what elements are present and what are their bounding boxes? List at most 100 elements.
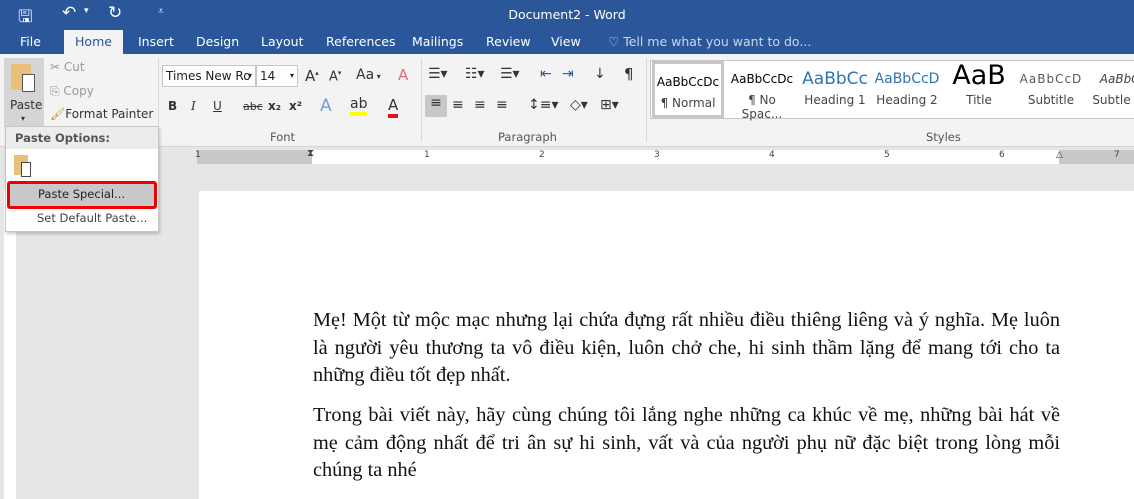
font-name-select[interactable]: Times New Ro ▾ [162, 65, 256, 87]
paste-button[interactable]: Paste ▾ [4, 58, 44, 128]
title-bar: 🖫 ↶ ▾ ↻ ⩡ Document2 - Word [0, 0, 1134, 30]
style-preview: AaBbCc [1099, 72, 1134, 86]
paragraph-group-label: Paragraph [498, 130, 557, 144]
text-effects-icon[interactable]: A [320, 96, 332, 116]
lightbulb-icon: ♡ [608, 34, 624, 49]
tab-view[interactable]: View [543, 30, 589, 54]
document-page[interactable]: Mẹ! Một từ mộc mạc nhưng lại chứa đựng r… [199, 191, 1134, 499]
align-right-icon[interactable]: ≡ [474, 97, 486, 113]
indent-marker-icon[interactable]: ⧗ [307, 148, 314, 159]
tab-mailings[interactable]: Mailings [404, 30, 471, 54]
clear-formatting-icon[interactable]: A [398, 66, 408, 84]
style-subtitle[interactable]: AaBbCcD Subtitle [1015, 61, 1087, 118]
tab-layout[interactable]: Layout [253, 30, 312, 54]
style-name: ¶ Normal [660, 96, 716, 110]
subscript-button[interactable]: x₂ [268, 99, 281, 113]
highlight-icon[interactable]: ab [350, 96, 368, 116]
set-default-paste-menu-item[interactable]: Set Default Paste... [37, 211, 147, 225]
chevron-down-icon: ▾ [21, 114, 26, 123]
line-spacing-icon[interactable]: ↕≡▾ [528, 97, 559, 113]
superscript-button[interactable]: x² [289, 99, 302, 113]
tell-me-text: Tell me what you want to do... [623, 34, 812, 49]
font-color-icon[interactable]: A [388, 96, 399, 118]
cut-label: Cut [63, 60, 85, 74]
align-left-icon[interactable]: ≡ [425, 95, 447, 117]
shading-icon[interactable]: ◇▾ [570, 97, 588, 113]
page-icon [22, 74, 35, 92]
style-name: ¶ No Spac... [741, 93, 783, 121]
tab-review[interactable]: Review [478, 30, 539, 54]
tab-file[interactable]: File [12, 30, 49, 54]
format-painter-button[interactable]: 🖌Format Painter [50, 107, 153, 121]
tab-insert[interactable]: Insert [130, 30, 182, 54]
ruler-label: 7 [1114, 150, 1120, 160]
ruler-label: 3 [654, 150, 660, 160]
ruler-label: 5 [884, 150, 890, 160]
style-subtle-emphasis[interactable]: AaBbCc Subtle Em [1087, 61, 1134, 118]
multilevel-list-icon[interactable]: ☰▾ [500, 66, 520, 82]
tab-references[interactable]: References [318, 30, 403, 54]
document-paragraph[interactable]: Trong bài viết này, hãy cùng chúng tôi l… [313, 402, 1060, 485]
ruler-label: 1 [195, 150, 201, 160]
ribbon-tabs: File Home Insert Design Layout Reference… [0, 30, 1134, 54]
decrease-indent-icon[interactable]: ⇤ [540, 66, 552, 82]
tab-design[interactable]: Design [188, 30, 247, 54]
style-heading-2[interactable]: AaBbCcD Heading 2 [871, 61, 943, 118]
style-title[interactable]: AaB Title [943, 61, 1015, 118]
brush-icon: 🖌 [50, 107, 66, 121]
paste-label: Paste [10, 98, 43, 112]
show-formatting-icon[interactable]: ¶ [624, 65, 634, 83]
style-preview: AaBbCcD [874, 71, 940, 87]
underline-button[interactable]: U [213, 99, 222, 113]
font-size-value: 14 [260, 69, 276, 83]
font-name-value: Times New Ro [166, 69, 251, 83]
copy-button[interactable]: ⎘ Copy [50, 84, 94, 99]
style-normal[interactable]: AaBbCcDc ¶ Normal [652, 61, 724, 118]
copy-icon: ⎘ [50, 84, 64, 98]
sort-icon[interactable]: ↓ [594, 66, 606, 82]
style-preview: AaBbCcDc [730, 72, 794, 86]
font-size-select[interactable]: 14 ▾ [256, 65, 298, 87]
align-center-icon[interactable]: ≡ [452, 97, 464, 113]
bold-button[interactable]: B [168, 99, 177, 113]
style-preview: AaBbCcDc [656, 75, 720, 89]
page-icon [21, 162, 31, 177]
shrink-font-icon[interactable]: A▾ [329, 69, 341, 84]
increase-indent-icon[interactable]: ⇥ [562, 66, 574, 82]
change-case-button[interactable]: Aa ▾ [356, 67, 381, 83]
borders-icon[interactable]: ⊞▾ [600, 97, 619, 113]
italic-button[interactable]: I [191, 99, 196, 113]
font-group-label: Font [270, 130, 296, 144]
strikethrough-button[interactable]: abc [243, 100, 263, 113]
right-indent-marker-icon[interactable]: △ [1056, 150, 1063, 160]
justify-icon[interactable]: ≡ [496, 97, 508, 113]
ruler-label: 6 [999, 150, 1005, 160]
format-painter-label: Format Painter [65, 107, 154, 121]
style-preview: AaBbCcD [1019, 72, 1083, 86]
style-name: Subtitle [1027, 93, 1075, 107]
change-case-label: Aa [356, 67, 375, 83]
horizontal-ruler[interactable]: 1 ⧗ 1 2 3 4 5 6 △ 7 [195, 148, 1134, 164]
style-name: Heading 2 [876, 93, 938, 107]
style-no-spacing[interactable]: AaBbCcDc ¶ No Spac... [726, 61, 798, 121]
paste-special-menu-item[interactable]: Paste Special... [7, 181, 157, 209]
styles-group-label: Styles [926, 130, 961, 144]
cut-button[interactable]: ✂ Cut [50, 60, 85, 74]
paste-options-header: Paste Options: [6, 127, 158, 149]
grow-font-icon[interactable]: A▴ [305, 67, 319, 85]
paste-options-menu: Paste Options: Paste Special... Set Defa… [5, 126, 159, 232]
tell-me-box[interactable]: ♡ Tell me what you want to do... [600, 30, 819, 54]
scissors-icon: ✂ [50, 60, 64, 74]
style-heading-1[interactable]: AaBbCc Heading 1 [799, 61, 871, 118]
window-title: Document2 - Word [508, 7, 626, 22]
style-name: Heading 1 [804, 93, 866, 107]
style-preview: AaBbCc [802, 69, 868, 89]
vertical-ruler[interactable] [4, 190, 16, 499]
styles-gallery: AaBbCcDc ¶ Normal AaBbCcDc ¶ No Spac... Aa… [650, 60, 1134, 121]
bullets-icon[interactable]: ☰▾ [428, 66, 448, 82]
document-paragraph[interactable]: Mẹ! Một từ mộc mạc nhưng lại chứa đựng r… [313, 307, 1060, 390]
copy-label: Copy [63, 84, 94, 98]
ruler-label: 2 [539, 150, 545, 160]
tab-home[interactable]: Home [64, 30, 123, 54]
numbering-icon[interactable]: ☷▾ [465, 66, 485, 82]
